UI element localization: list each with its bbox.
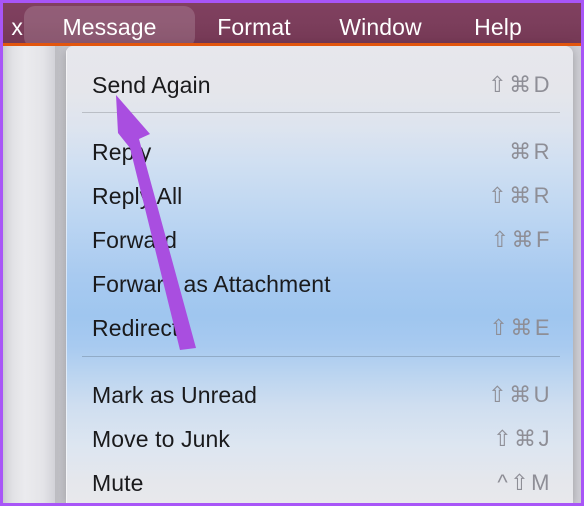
menu-item-label: Reply [92,138,152,165]
menu-item-move-to-junk[interactable]: Move to Junk ⇧⌘J [66,420,573,458]
menu-item-label: Redirect [92,314,179,341]
menu-item-label: Mute [92,469,144,496]
menu-item-shortcut: ⇧⌘F [490,227,552,252]
menubar-item-help[interactable]: Help [448,6,548,45]
menu-bar: x Message Format Window Help [3,0,581,45]
menu-item-forward[interactable]: Forward ⇧⌘F [66,221,573,259]
menu-item-label: Mark as Unread [92,381,258,408]
menu-bar-accent-line [3,43,581,46]
menu-item-redirect[interactable]: Redirect ⇧⌘E [66,309,573,347]
menu-item-mute[interactable]: Mute ^⇧M [66,464,573,502]
menu-item-shortcut: ⇧⌘E [489,315,552,340]
menu-item-label: Reply All [92,182,183,209]
menu-item-shortcut: ⌘R [509,139,552,164]
menu-separator-1 [82,112,560,113]
menu-item-shortcut: ⇧⌘R [488,183,552,208]
menu-item-label: Forward as Attachment [92,270,331,297]
menu-item-label: Forward [92,226,178,253]
menubar-item-label: Message [62,13,157,40]
menubar-item-format[interactable]: Format [195,6,313,45]
menubar-item-label: Format [217,13,291,40]
menu-item-shortcut: ⇧⌘D [488,72,552,97]
menubar-item-mailbox-truncated[interactable]: x [3,6,23,45]
menu-item-reply-all[interactable]: Reply All ⇧⌘R [66,177,573,215]
menu-item-shortcut: ⇧⌘U [488,382,552,407]
menubar-item-label: Help [474,13,522,40]
menu-separator-2 [82,356,560,357]
menu-item-label: Send Again [92,71,211,98]
menu-item-shortcut: ⇧⌘J [493,426,552,451]
menubar-item-label: x [11,13,23,40]
screenshot-frame: x Message Format Window Help Send Again … [0,0,584,506]
menubar-item-message[interactable]: Message [24,6,195,45]
menu-item-mark-as-unread[interactable]: Mark as Unread ⇧⌘U [66,376,573,414]
menu-item-forward-as-attachment[interactable]: Forward as Attachment [66,265,573,303]
menubar-item-window[interactable]: Window [313,6,448,45]
menubar-item-label: Window [339,13,422,40]
menu-item-send-again[interactable]: Send Again ⇧⌘D [66,66,573,104]
message-dropdown-menu: Send Again ⇧⌘D Reply ⌘R Reply All ⇧⌘R Fo… [66,46,573,503]
menu-item-reply[interactable]: Reply ⌘R [66,133,573,171]
menu-item-shortcut: ^⇧M [497,470,552,495]
menu-item-label: Move to Junk [92,425,230,452]
